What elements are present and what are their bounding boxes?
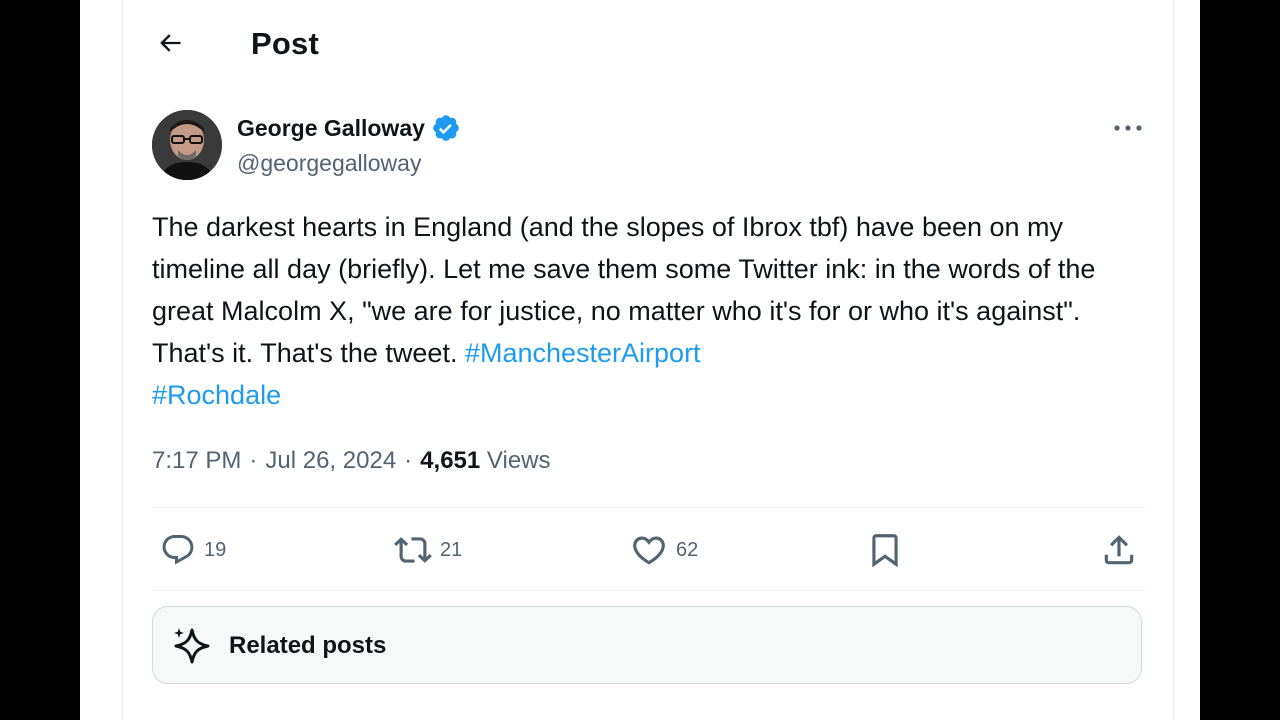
divider-bottom [152,590,1145,591]
sparkle-icon [174,628,210,664]
column-border-left [122,0,123,720]
verified-badge-icon[interactable] [431,113,461,143]
more-options-button[interactable] [1110,116,1146,140]
like-icon [633,536,665,565]
like-count: 62 [676,538,699,561]
tweet-meta: 7:17 PM · Jul 26, 2024 · 4,651 Views [152,445,551,477]
reply-count: 19 [204,538,227,561]
author-name-row[interactable]: George Galloway [237,113,461,143]
column-border-right [1173,0,1174,720]
avatar[interactable] [152,110,222,180]
hashtag-rochdale[interactable]: #Rochdale [152,380,281,410]
reply-button[interactable]: 19 [160,528,226,572]
bookmark-icon [872,534,898,568]
page-title: Post [251,26,319,61]
related-posts-label: Related posts [229,632,387,659]
repost-count: 21 [440,538,463,561]
back-button[interactable] [148,23,192,63]
share-icon [1104,535,1134,565]
back-arrow-icon [160,34,181,52]
views-label: Views [486,447,551,474]
reply-icon [162,535,194,565]
bookmark-button[interactable] [866,528,904,572]
like-button[interactable]: 62 [630,528,698,572]
repost-button[interactable]: 21 [394,528,462,572]
tweet-date[interactable]: Jul 26, 2024 [265,445,396,477]
views-count: 4,651 [420,447,481,474]
related-posts-card[interactable]: Related posts [152,606,1142,684]
tweet-time[interactable]: 7:17 PM [152,445,241,477]
hashtag-manchesterairport[interactable]: #ManchesterAirport [465,338,701,368]
divider-top [152,507,1145,508]
tweet-text: The darkest hearts in England (and the s… [152,206,1152,416]
meta-separator: · [404,447,413,474]
more-icon [1114,125,1142,131]
avatar-image [152,110,222,180]
author-handle[interactable]: @georgegalloway [237,149,421,177]
author-display-name[interactable]: George Galloway [237,113,425,143]
repost-icon [394,537,432,563]
meta-separator: · [249,447,258,474]
share-button[interactable] [1100,528,1138,572]
